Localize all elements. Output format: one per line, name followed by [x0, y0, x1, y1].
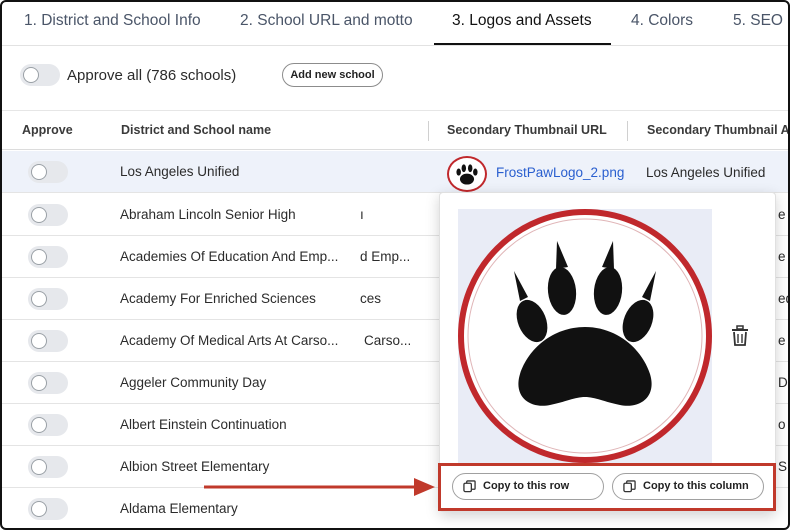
annotation-arrow-icon: [204, 478, 435, 496]
paw-logo: [458, 209, 712, 463]
cell-text: Carso...: [364, 333, 412, 348]
thumbnail-preview[interactable]: [447, 156, 487, 192]
column-divider[interactable]: [428, 121, 429, 141]
trash-icon[interactable]: [730, 325, 750, 347]
logo-preview-image: [458, 209, 712, 463]
approve-toggle[interactable]: [28, 330, 68, 352]
copy-to-column-button[interactable]: Copy to this column: [612, 473, 764, 500]
cell-text: ces: [360, 291, 382, 306]
active-tab-indicator: [434, 43, 611, 45]
header-thumbnail-url[interactable]: Secondary Thumbnail URL: [447, 123, 607, 137]
approve-toggle[interactable]: [28, 372, 68, 394]
toggle-knob: [31, 249, 47, 265]
cell-text: d Emp...: [360, 249, 411, 264]
thumbnail-file-link[interactable]: FrostPawLogo_2.png: [496, 165, 624, 180]
copy-icon: [463, 480, 476, 493]
tab-logos-assets[interactable]: 3. Logos and Assets: [452, 12, 592, 30]
toggle-knob: [31, 375, 47, 391]
tab-seo[interactable]: 5. SEO S: [733, 12, 788, 30]
school-name: Albert Einstein Continuation: [120, 417, 287, 432]
school-name: Aggeler Community Day: [120, 375, 267, 390]
cell-text: e: [778, 333, 786, 348]
toggle-knob: [31, 207, 47, 223]
add-new-school-button[interactable]: Add new school: [282, 63, 383, 87]
thumbnail-alt-text[interactable]: Los Angeles Unified: [646, 165, 765, 180]
cell-text: S: [778, 459, 788, 474]
toggle-knob: [31, 333, 47, 349]
school-name: Academies Of Education And Emp...: [120, 249, 339, 264]
toggle-knob: [31, 164, 47, 180]
header-approve[interactable]: Approve: [22, 123, 73, 137]
toggle-knob: [31, 417, 47, 433]
toggle-knob: [23, 67, 39, 83]
approve-toggle[interactable]: [28, 161, 68, 183]
copy-icon: [623, 480, 636, 493]
copy-to-row-label: Copy to this row: [483, 480, 570, 492]
school-name: Aldama Elementary: [120, 501, 238, 516]
school-name: Albion Street Elementary: [120, 459, 270, 474]
app-frame: 1. District and School Info 2. School UR…: [0, 0, 790, 530]
cell-text: ı: [360, 207, 364, 222]
approve-toggle[interactable]: [28, 414, 68, 436]
tab-colors[interactable]: 4. Colors: [631, 12, 693, 30]
paw-icon: [456, 164, 478, 185]
table-header: Approve District and School name Seconda…: [2, 110, 788, 150]
header-thumbnail-alt[interactable]: Secondary Thumbnail Al: [647, 123, 788, 137]
toggle-knob: [31, 291, 47, 307]
toggle-knob: [31, 459, 47, 475]
school-name: Los Angeles Unified: [120, 164, 240, 179]
tab-district-info[interactable]: 1. District and School Info: [24, 12, 201, 30]
approve-toggle[interactable]: [28, 246, 68, 268]
approve-toggle[interactable]: [28, 456, 68, 478]
cell-text: o: [778, 417, 786, 432]
school-name: Academy For Enriched Sciences: [120, 291, 316, 306]
approve-toggle[interactable]: [28, 498, 68, 520]
school-name: Academy Of Medical Arts At Carso...: [120, 333, 339, 348]
copy-to-row-button[interactable]: Copy to this row: [452, 473, 604, 500]
cell-text: e: [778, 249, 786, 264]
cell-text: ed: [778, 291, 788, 306]
tab-school-url[interactable]: 2. School URL and motto: [240, 12, 413, 30]
approve-all-toggle[interactable]: [20, 64, 60, 86]
header-school-name[interactable]: District and School name: [121, 123, 271, 137]
approve-all-label: Approve all (786 schools): [67, 67, 237, 84]
column-divider[interactable]: [627, 121, 628, 141]
school-name: Abraham Lincoln Senior High: [120, 207, 296, 222]
copy-to-column-label: Copy to this column: [643, 480, 749, 492]
approve-toggle[interactable]: [28, 204, 68, 226]
cell-text: D: [778, 375, 788, 390]
toggle-knob: [31, 501, 47, 517]
cell-text: e: [778, 207, 786, 222]
tab-bar: 1. District and School Info 2. School UR…: [2, 2, 788, 46]
approve-toggle[interactable]: [28, 288, 68, 310]
